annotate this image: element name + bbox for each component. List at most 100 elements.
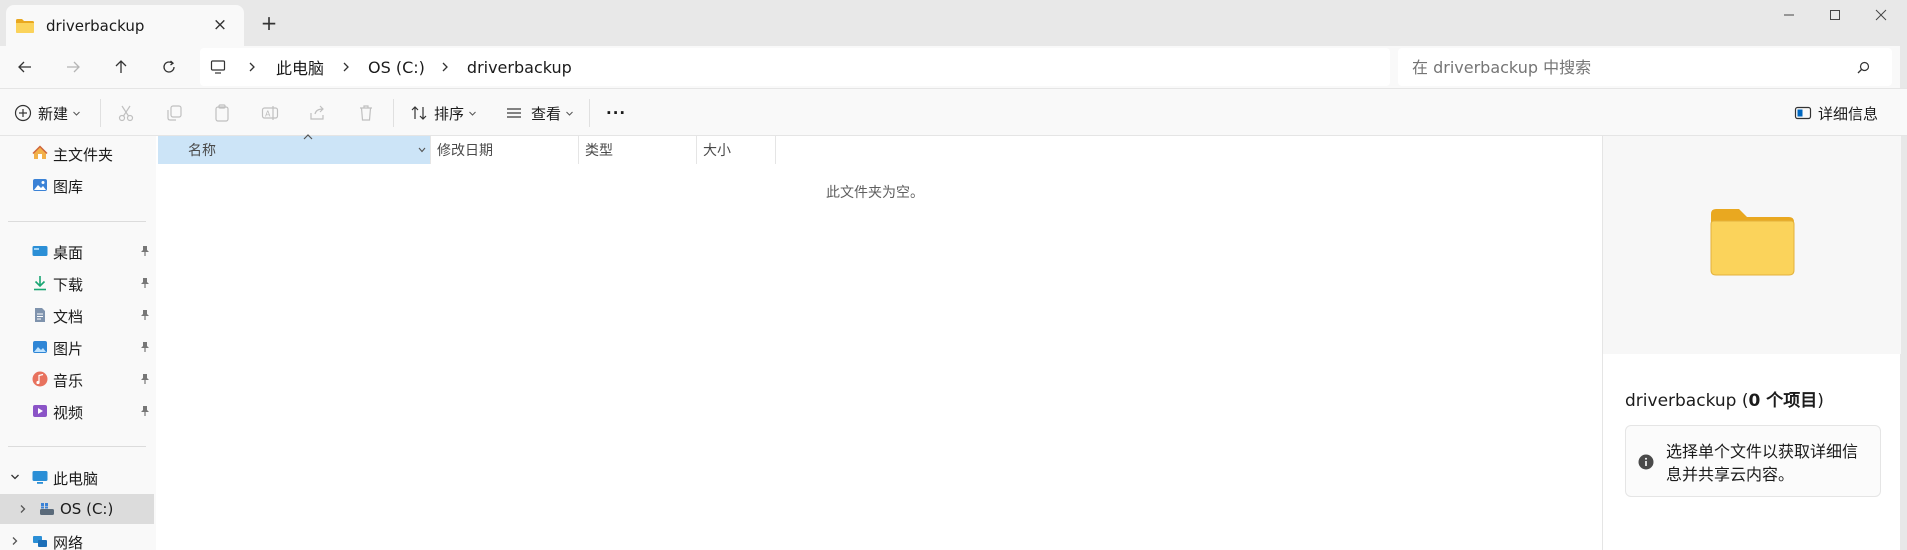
sidebar-item-label: 视频	[53, 404, 84, 422]
sort-ascending-icon	[303, 134, 313, 140]
chevron-down-icon	[566, 111, 573, 116]
sidebar-item-label: 文档	[53, 308, 84, 326]
more-options-button[interactable]: ···	[606, 99, 626, 127]
details-count-close: )	[1817, 391, 1824, 411]
sidebar-item-label: 下载	[53, 276, 84, 294]
column-header-label: 大小	[703, 143, 731, 159]
cut-button[interactable]	[116, 103, 136, 123]
sidebar-item-videos[interactable]: 视频	[0, 396, 154, 426]
maximize-icon	[1830, 10, 1840, 20]
rename-button[interactable]: A	[260, 103, 280, 123]
close-window-button[interactable]	[1858, 3, 1904, 27]
chevron-down-icon	[469, 111, 476, 116]
sidebar-item-label: 图片	[53, 340, 84, 358]
chevron-right-icon[interactable]	[18, 504, 28, 514]
sidebar-item-desktop[interactable]: 桌面	[0, 236, 154, 266]
forward-button[interactable]	[59, 54, 87, 80]
home-icon	[32, 145, 48, 159]
new-button[interactable]: 新建	[14, 99, 80, 127]
minimize-icon	[1784, 14, 1794, 16]
tab-close-button[interactable]: ×	[210, 15, 230, 35]
maximize-button[interactable]	[1812, 3, 1858, 27]
toolbar-divider	[589, 99, 590, 127]
chevron-right-icon	[249, 62, 255, 72]
search-icon	[1857, 61, 1870, 74]
new-button-label: 新建	[38, 104, 69, 123]
list-view-icon	[507, 108, 521, 118]
pictures-icon	[33, 341, 47, 353]
pin-icon	[141, 374, 149, 384]
back-button[interactable]	[11, 54, 39, 80]
folder-icon	[16, 18, 34, 33]
search-box[interactable]	[1398, 48, 1892, 86]
clipboard-icon	[215, 104, 229, 122]
chevron-right-icon[interactable]	[10, 536, 20, 546]
file-list[interactable]: 名称 修改日期 类型 大小 此文件夹为空。	[156, 134, 1602, 550]
drive-icon	[40, 503, 54, 515]
sidebar-item-this-pc[interactable]: 此电脑	[0, 462, 154, 492]
breadcrumb-driverbackup[interactable]: driverbackup	[467, 58, 572, 77]
column-header-label: 修改日期	[437, 143, 493, 159]
sidebar-divider	[8, 446, 146, 447]
sidebar-item-pictures[interactable]: 图片	[0, 332, 154, 362]
up-button[interactable]	[107, 54, 135, 80]
details-info-card: 选择单个文件以获取详细信息并共享云内容。	[1625, 425, 1881, 497]
folder-icon	[1710, 209, 1795, 276]
chevron-right-icon	[442, 62, 448, 72]
svg-text:A: A	[265, 110, 271, 119]
column-header-size[interactable]: 大小	[696, 136, 776, 164]
tab-driverbackup[interactable]: driverbackup ×	[6, 5, 244, 46]
sort-button-label: 排序	[434, 104, 465, 123]
sidebar-item-label: OS (C:)	[60, 500, 114, 518]
column-header-type[interactable]: 类型	[578, 136, 696, 164]
details-folder-name: driverbackup	[1625, 391, 1737, 411]
music-icon	[32, 371, 48, 387]
column-header-date[interactable]: 修改日期	[430, 136, 578, 164]
address-bar[interactable]: 此电脑 OS (C:) driverbackup	[200, 48, 1390, 86]
delete-button[interactable]	[356, 103, 376, 123]
breadcrumb-this-pc[interactable]: 此电脑	[276, 55, 324, 79]
sidebar-item-documents[interactable]: 文档	[0, 300, 154, 330]
new-tab-button[interactable]: +	[258, 13, 280, 35]
details-pane-label: 详细信息	[1818, 104, 1879, 123]
arrow-left-icon	[18, 61, 31, 73]
chevron-down-icon[interactable]	[10, 472, 20, 482]
minimize-button[interactable]	[1766, 3, 1812, 27]
scissors-icon	[118, 105, 134, 122]
tab-title: driverbackup	[46, 16, 145, 35]
column-header-label: 类型	[585, 143, 613, 159]
breadcrumb-drive[interactable]: OS (C:)	[368, 58, 425, 77]
sidebar-item-network[interactable]: 网络	[0, 526, 154, 550]
share-button[interactable]	[308, 103, 328, 123]
copy-button[interactable]	[164, 103, 184, 123]
pin-icon	[141, 278, 149, 288]
chevron-down-icon	[73, 111, 80, 116]
details-info-text: 选择单个文件以获取详细信息并共享云内容。	[1666, 442, 1859, 484]
details-pane-button[interactable]: 详细信息	[1794, 99, 1878, 127]
sidebar-item-home[interactable]: 主文件夹	[0, 138, 154, 168]
details-title: driverbackup (0 个项目)	[1625, 386, 1824, 411]
sidebar-item-downloads[interactable]: 下载	[0, 268, 154, 298]
info-icon	[1638, 454, 1654, 470]
pin-icon	[141, 310, 149, 320]
refresh-button[interactable]	[155, 54, 183, 80]
details-pane-icon	[1794, 106, 1812, 120]
chevron-down-icon[interactable]	[418, 147, 426, 153]
sort-button[interactable]: 排序	[410, 99, 476, 127]
column-header-label: 名称	[188, 143, 216, 159]
sidebar-item-os-drive[interactable]: OS (C:)	[0, 494, 154, 524]
sidebar-item-label: 此电脑	[53, 470, 99, 488]
share-icon	[310, 105, 324, 120]
paste-button[interactable]	[212, 103, 232, 123]
sidebar-item-music[interactable]: 音乐	[0, 364, 154, 394]
gallery-icon	[33, 179, 47, 191]
refresh-icon	[163, 60, 175, 73]
column-header-name[interactable]: 名称	[158, 134, 430, 164]
sort-icon	[411, 106, 427, 120]
details-pane: driverbackup (0 个项目) 选择单个文件以获取详细信息并共享云内容…	[1602, 136, 1901, 550]
search-input[interactable]	[1412, 57, 1832, 77]
sidebar-item-gallery[interactable]: 图库	[0, 170, 154, 200]
plus-circle-icon	[14, 104, 32, 122]
sidebar-item-label: 图库	[53, 178, 84, 196]
view-button[interactable]: 查看	[505, 99, 573, 127]
